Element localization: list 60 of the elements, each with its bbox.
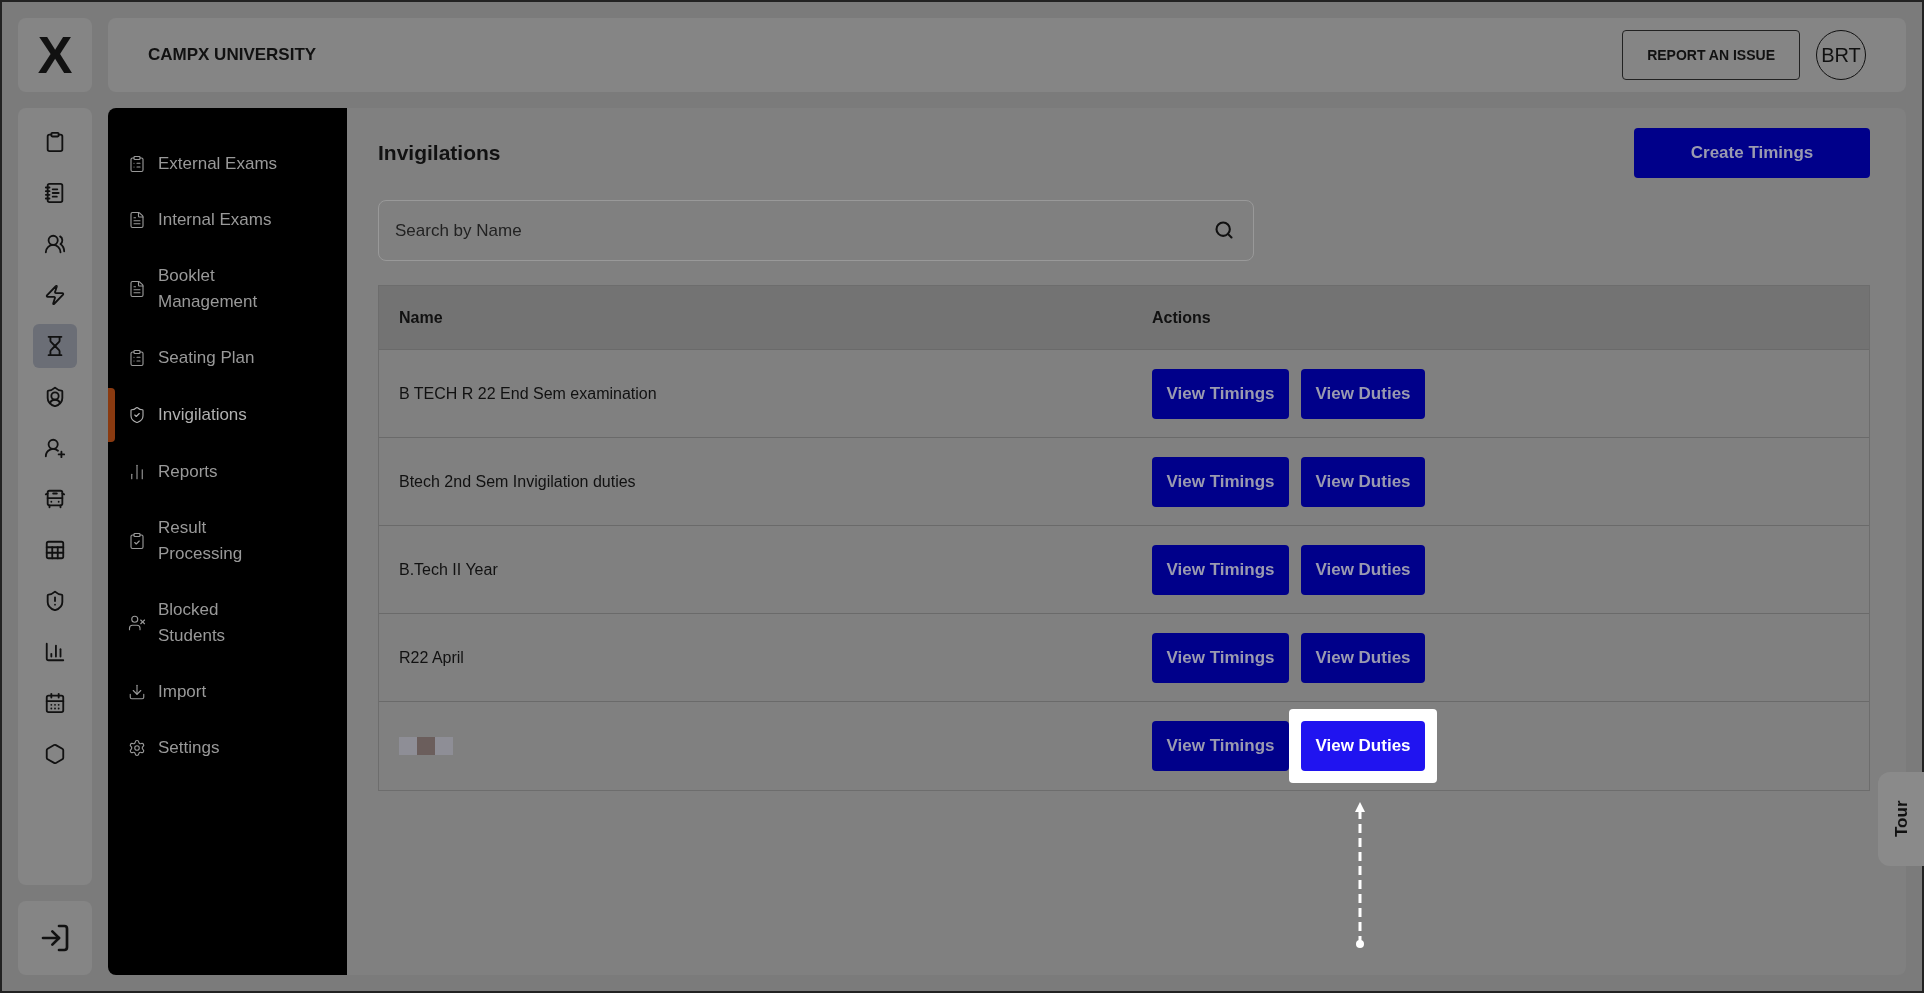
download-icon	[128, 683, 146, 701]
page-title: Invigilations	[378, 140, 501, 167]
view-timings-button[interactable]: View Timings	[1152, 632, 1289, 683]
user-avatar[interactable]: BRT	[1816, 30, 1866, 80]
sidebar-item[interactable]: Import	[115, 666, 347, 718]
clipboard-icon	[44, 131, 66, 153]
bus-icon	[44, 488, 66, 510]
user-plus-icon	[44, 437, 66, 459]
create-timings-button[interactable]: Create Timings	[1634, 128, 1870, 178]
university-name: CAMPX UNIVERSITY	[148, 44, 317, 67]
shield-user-icon	[44, 386, 66, 408]
view-duties-button[interactable]: View Duties	[1301, 632, 1425, 683]
sidebar-item[interactable]: Result Processing	[115, 502, 347, 580]
logout-icon	[39, 922, 71, 954]
column-header: Name	[398, 307, 444, 328]
calendar-icon	[44, 692, 66, 714]
search-field[interactable]: Search by Name	[378, 200, 1254, 261]
shield-icon	[44, 590, 66, 612]
sidebar-item[interactable]: Seating Plan	[115, 332, 347, 384]
settings-icon	[128, 739, 146, 757]
view-duties-button[interactable]: View Duties	[1301, 456, 1425, 507]
rail-button[interactable]	[33, 324, 77, 368]
bar-chart-icon	[128, 463, 146, 481]
document-icon	[128, 280, 146, 298]
lightning-icon	[44, 284, 66, 306]
tour-tab[interactable]: Tour	[1878, 772, 1924, 866]
exam-name: R22 April	[399, 648, 464, 666]
sidebar-item[interactable]: Internal Exams	[115, 194, 347, 246]
sidebar-item[interactable]: Settings	[115, 722, 347, 774]
sidebar-item[interactable]: Blocked Students	[115, 584, 347, 662]
view-timings-button[interactable]: View Timings	[1152, 721, 1289, 771]
sidebar-item[interactable]: External Exams	[115, 138, 347, 190]
search-icon	[1214, 220, 1234, 240]
sidebar-item[interactable]: Reports	[115, 446, 347, 498]
clipboard-check-icon	[128, 532, 146, 550]
sheet-icon	[44, 539, 66, 561]
document-icon	[128, 211, 146, 229]
view-timings-button[interactable]: View Timings	[1152, 544, 1289, 595]
users-icon	[44, 233, 66, 255]
sidebar-item[interactable]: Booklet Management	[115, 250, 347, 328]
clipboard-icon	[128, 349, 146, 367]
logout-button[interactable]	[18, 901, 92, 975]
exam-name: B TECH R 22 End Sem examination	[399, 384, 657, 402]
column-header: Actions	[1152, 307, 1212, 328]
view-duties-button[interactable]: View Duties	[1301, 544, 1425, 595]
notebook-icon	[44, 182, 66, 204]
hexagon-icon	[44, 743, 66, 765]
report-issue-button[interactable]: REPORT AN ISSUE	[1622, 30, 1800, 80]
view-timings-button[interactable]: View Timings	[1152, 456, 1289, 507]
exam-name: Btech 2nd Sem Invigilation duties	[399, 472, 636, 490]
view-duties-button[interactable]: View Duties	[1301, 721, 1425, 771]
user-x-icon	[128, 614, 146, 632]
view-timings-button[interactable]: View Timings	[1152, 368, 1289, 419]
view-duties-button[interactable]: View Duties	[1301, 368, 1425, 419]
sidebar-item[interactable]: Invigilations	[115, 389, 347, 441]
clipboard-icon	[128, 155, 146, 173]
shield-icon	[128, 406, 146, 424]
bar-chart-icon	[44, 641, 66, 663]
exam-name: B.Tech II Year	[399, 560, 498, 578]
logo: X	[18, 18, 92, 92]
